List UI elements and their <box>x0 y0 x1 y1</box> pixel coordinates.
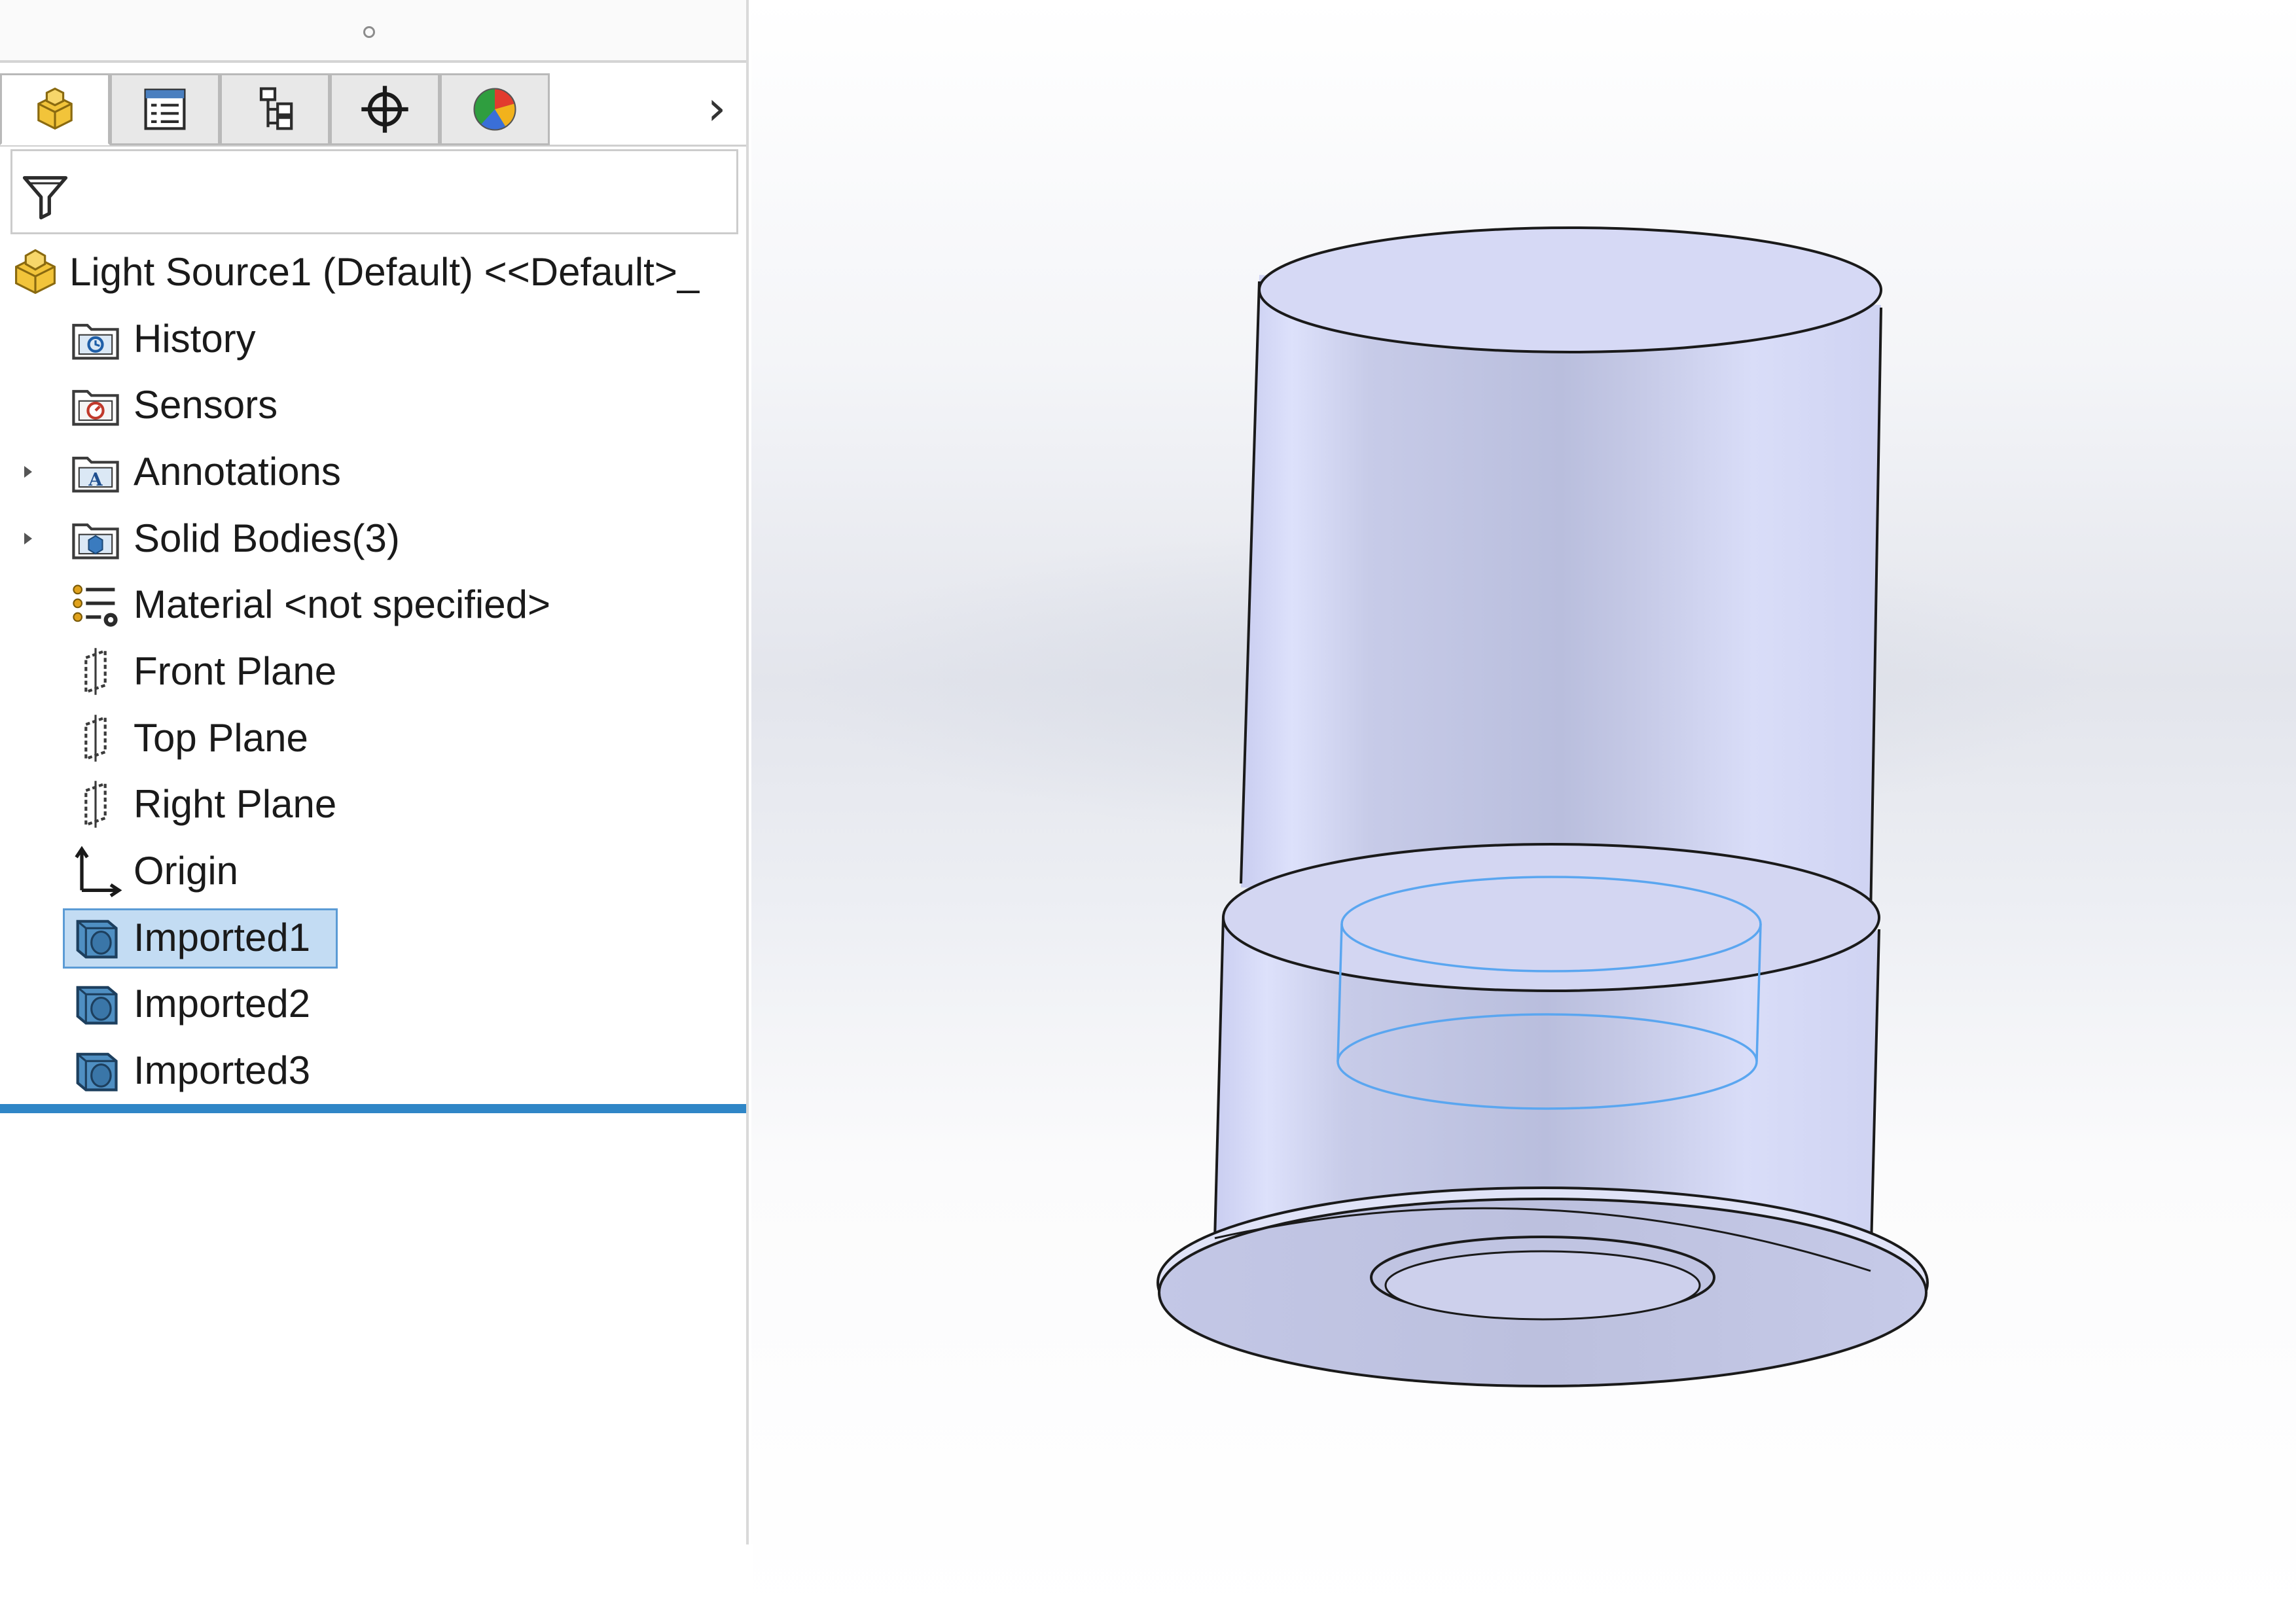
displaymanager-tab[interactable] <box>440 73 550 145</box>
part-icon <box>37 87 73 130</box>
filter-funnel-icon[interactable] <box>18 168 73 223</box>
feature-tree: Light Source1 (Default) <<Default>_ Hist… <box>0 239 746 1104</box>
featuremanager-tab[interactable] <box>0 73 110 145</box>
tree-item-annotations[interactable]: A Annotations <box>0 438 746 505</box>
tree-item-imported1[interactable]: Imported1 <box>0 904 746 971</box>
tree-item-sensors[interactable]: Sensors <box>0 372 746 438</box>
panel-grip-icon[interactable] <box>363 26 375 38</box>
tree-item-top-plane[interactable]: Top Plane <box>0 705 746 772</box>
tree-filter-box[interactable] <box>10 149 738 234</box>
tree-item-label: Solid Bodies(3) <box>134 516 400 560</box>
feature-manager-panel: › Light Source1 (Default) <<Default>_ Hi… <box>0 0 749 1623</box>
tree-item-label: History <box>134 316 256 361</box>
plane-icon <box>68 644 123 699</box>
tree-item-label: Material <not specified> <box>134 582 551 627</box>
dimxpertmanager-tab[interactable] <box>330 73 440 145</box>
chevron-right-icon: › <box>707 80 726 135</box>
manager-tab-bar <box>0 73 746 147</box>
upper-cylinder[interactable] <box>1240 226 1882 920</box>
expand-arrow-icon[interactable] <box>18 459 38 485</box>
tree-item-label: Top Plane <box>134 715 308 760</box>
tree-item-imported3[interactable]: Imported3 <box>0 1037 746 1104</box>
tree-item-label: Front Plane <box>134 649 337 693</box>
configuration-icon <box>259 87 293 130</box>
tree-root-part[interactable]: Light Source1 (Default) <<Default>_ <box>0 239 746 306</box>
tree-item-label: Imported3 <box>134 1048 311 1093</box>
tree-item-origin[interactable]: Origin <box>0 838 746 904</box>
part-icon <box>8 245 63 300</box>
tree-item-solid-bodies[interactable]: Solid Bodies(3) <box>0 505 746 572</box>
property-list-icon <box>144 88 186 130</box>
rollback-bar[interactable] <box>0 1104 746 1113</box>
tree-item-label: Imported1 <box>134 915 311 959</box>
tree-item-history[interactable]: History <box>0 306 746 372</box>
imported-body-icon <box>68 1043 123 1098</box>
history-folder-icon <box>68 312 123 366</box>
graphics-viewport[interactable] <box>751 0 2296 1623</box>
tree-item-imported2[interactable]: Imported2 <box>0 971 746 1038</box>
svg-text:A: A <box>88 469 103 490</box>
sensors-folder-icon <box>68 378 123 433</box>
display-pie-icon <box>473 88 516 131</box>
tree-item-label: Origin <box>134 849 239 893</box>
tree-item-label: Sensors <box>134 383 278 427</box>
origin-icon <box>68 844 123 899</box>
expand-arrow-icon[interactable] <box>18 526 38 552</box>
panel-bottom-area <box>0 1544 753 1623</box>
imported-body-icon <box>68 976 123 1031</box>
tree-item-label: Imported2 <box>134 982 311 1026</box>
plane-icon <box>68 777 123 832</box>
model-render[interactable] <box>751 0 2296 1623</box>
material-icon <box>68 577 123 632</box>
plane-icon <box>68 711 123 766</box>
tree-root-label: Light Source1 (Default) <<Default>_ <box>69 249 700 294</box>
propertymanager-tab[interactable] <box>110 73 220 145</box>
tree-item-front-plane[interactable]: Front Plane <box>0 638 746 705</box>
bottom-flange[interactable] <box>1157 1186 1929 1387</box>
configurationmanager-tab[interactable] <box>220 73 330 145</box>
tree-item-right-plane[interactable]: Right Plane <box>0 772 746 838</box>
panel-title-bar[interactable] <box>0 0 746 63</box>
solid-bodies-folder-icon <box>68 511 123 566</box>
more-tabs-button[interactable]: › <box>694 79 740 137</box>
imported-body-icon <box>68 910 123 965</box>
tree-item-label: Right Plane <box>134 782 337 827</box>
annotations-folder-icon: A <box>68 444 123 499</box>
tree-item-label: Annotations <box>134 449 341 493</box>
tree-item-material[interactable]: Material <not specified> <box>0 571 746 638</box>
crosshair-icon <box>361 86 408 133</box>
